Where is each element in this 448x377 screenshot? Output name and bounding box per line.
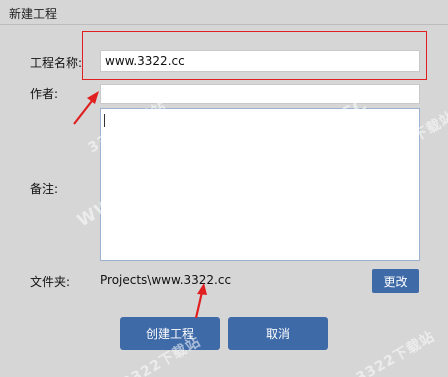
title-divider	[0, 24, 448, 25]
highlight-box	[82, 31, 427, 80]
red-arrow-up	[194, 283, 207, 319]
notes-textarea[interactable]	[100, 108, 420, 261]
folder-path: Projects\www.3322.cc	[100, 273, 232, 287]
cancel-button[interactable]: 取消	[228, 317, 328, 350]
create-project-button[interactable]: 创建工程	[120, 317, 220, 350]
dialog-title: 新建工程	[9, 7, 58, 21]
red-arrow-up-left	[73, 91, 99, 125]
folder-label: 文件夹:	[30, 275, 71, 289]
change-folder-button[interactable]: 更改	[372, 269, 419, 293]
project-name-label: 工程名称:	[30, 56, 83, 70]
notes-label: 备注:	[30, 182, 59, 196]
author-input[interactable]	[100, 84, 420, 104]
text-caret	[104, 114, 105, 127]
author-label: 作者:	[30, 87, 59, 101]
watermark-text: 3322下载站	[353, 328, 438, 377]
